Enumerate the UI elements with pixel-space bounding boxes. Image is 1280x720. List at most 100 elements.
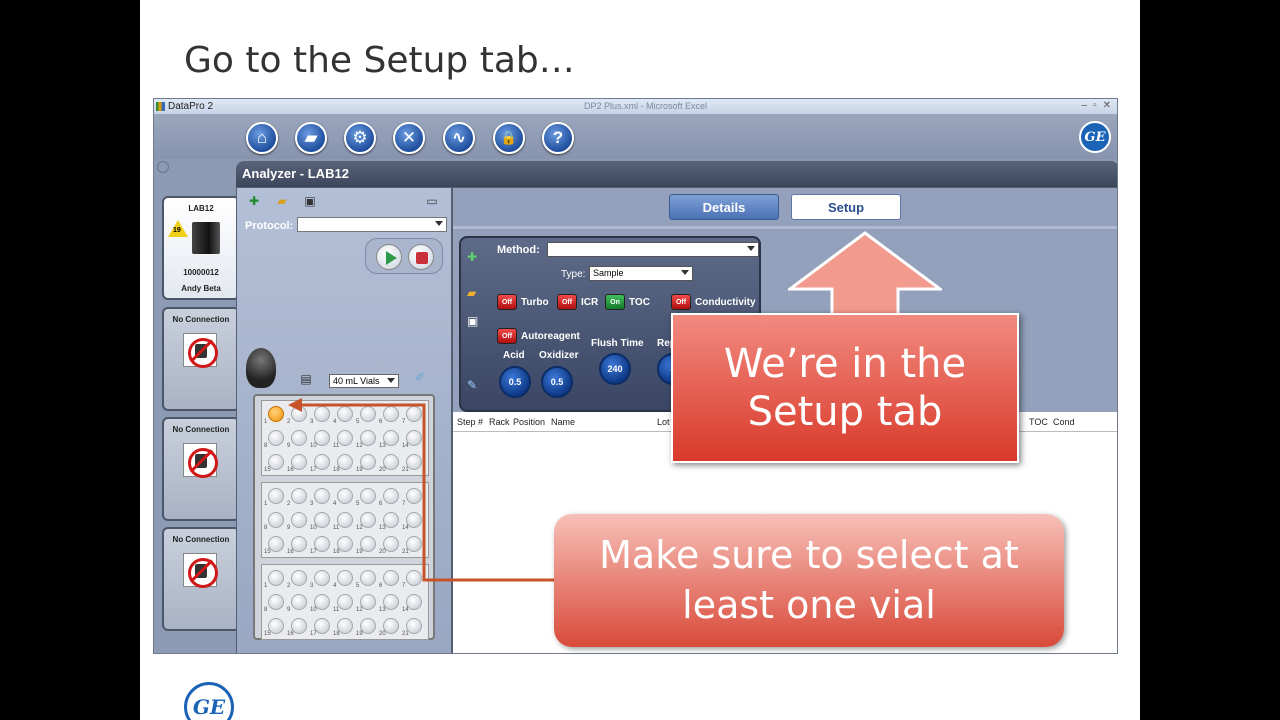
vial-holder-icon: [246, 348, 276, 388]
clear-vials-icon[interactable]: ✐: [413, 370, 427, 384]
column-lot[interactable]: Lot: [657, 417, 670, 427]
tab-setup[interactable]: Setup: [791, 194, 901, 220]
new-protocol-icon[interactable]: ✚: [247, 194, 261, 208]
column-position[interactable]: Position: [513, 417, 545, 427]
save-method-icon[interactable]: ▣: [467, 314, 483, 330]
rail-indicator-icon: [157, 161, 169, 173]
vial[interactable]: [360, 406, 376, 422]
flush-time-knob[interactable]: 240: [599, 353, 631, 385]
vial-number: 16: [287, 549, 294, 555]
method-select[interactable]: [547, 242, 759, 257]
acid-knob[interactable]: 0.5: [499, 366, 531, 398]
analyzer-card-3[interactable]: No Connection: [162, 417, 240, 521]
vial-size-select[interactable]: 40 mL Vials: [329, 374, 399, 388]
vial[interactable]: [291, 570, 307, 586]
method-tools-icon[interactable]: ✎: [467, 378, 483, 394]
vial[interactable]: [360, 488, 376, 504]
open-method-icon[interactable]: ▰: [467, 286, 483, 302]
close-button[interactable]: ✕: [1103, 100, 1111, 111]
open-protocol-icon[interactable]: ▰: [275, 194, 289, 208]
vial[interactable]: [268, 406, 284, 422]
vial-rack: 1 2 3 4 5 6 7 8 9 10 11 12 13 14 15 16 17 18 19 20 21: [261, 400, 429, 476]
vial-number: 19: [356, 549, 363, 555]
home-button[interactable]: ⌂: [246, 122, 278, 154]
tab-details[interactable]: Details: [669, 194, 779, 220]
icr-toggle[interactable]: Off: [557, 294, 577, 310]
autoreagent-toggle[interactable]: Off: [497, 328, 517, 344]
column-cond[interactable]: Cond: [1053, 417, 1075, 427]
vial[interactable]: [314, 406, 330, 422]
tools-button[interactable]: ✕: [393, 122, 425, 154]
vial[interactable]: [406, 488, 422, 504]
vial[interactable]: [406, 570, 422, 586]
analyzer-card-2[interactable]: No Connection: [162, 307, 240, 411]
vial[interactable]: [383, 570, 399, 586]
vial[interactable]: [291, 594, 307, 610]
add-method-icon[interactable]: ✚: [467, 250, 483, 266]
analyzer-card-lab12[interactable]: LAB12 19 10000012 Andy Beta: [162, 196, 240, 300]
analyzer-card-4[interactable]: No Connection: [162, 527, 240, 631]
settings-button[interactable]: ⚙: [344, 122, 376, 154]
column-toc[interactable]: TOC: [1029, 417, 1048, 427]
vial[interactable]: [337, 488, 353, 504]
vial[interactable]: [291, 512, 307, 528]
lock-button[interactable]: 🔒: [493, 122, 525, 154]
column-rack[interactable]: Rack: [489, 417, 510, 427]
vial[interactable]: [291, 430, 307, 446]
save-protocol-icon[interactable]: ▣: [303, 194, 317, 208]
toc-toggle[interactable]: On: [605, 294, 625, 310]
turbo-toggle[interactable]: Off: [497, 294, 517, 310]
vial-number: 2: [287, 583, 291, 589]
help-button[interactable]: ?: [542, 122, 574, 154]
vial[interactable]: [337, 594, 353, 610]
no-connection-icon: [183, 333, 218, 368]
vial-number: 6: [379, 419, 383, 425]
vial-number: 5: [356, 419, 360, 425]
vial[interactable]: [337, 570, 353, 586]
vial[interactable]: [268, 488, 284, 504]
vial[interactable]: [291, 406, 307, 422]
vial[interactable]: [268, 570, 284, 586]
comment-icon[interactable]: ▭: [425, 194, 439, 208]
maximize-button[interactable]: ▫: [1093, 100, 1097, 111]
vial-number: 10: [310, 607, 317, 613]
vial[interactable]: [360, 570, 376, 586]
open-button[interactable]: ▰: [295, 122, 327, 154]
ge-logo-icon: GE: [184, 682, 234, 720]
vial[interactable]: [268, 594, 284, 610]
type-select[interactable]: Sample: [589, 266, 693, 281]
vial[interactable]: [337, 430, 353, 446]
vial[interactable]: [268, 430, 284, 446]
vial[interactable]: [383, 488, 399, 504]
play-button[interactable]: [376, 244, 402, 270]
vial-number: 16: [287, 631, 294, 637]
type-label: Type:: [561, 269, 586, 280]
analyzer-header: Analyzer - LAB12: [236, 161, 1117, 187]
vial[interactable]: [406, 406, 422, 422]
vial[interactable]: [337, 512, 353, 528]
vial-number: 6: [379, 501, 383, 507]
vial[interactable]: [291, 488, 307, 504]
vial[interactable]: [383, 406, 399, 422]
column-name[interactable]: Name: [551, 417, 575, 427]
vial-number: 1: [264, 501, 268, 507]
vial-number: 4: [333, 501, 337, 507]
method-label: Method:: [497, 244, 540, 256]
vial[interactable]: [337, 406, 353, 422]
vial-number: 13: [379, 607, 386, 613]
oxidizer-knob[interactable]: 0.5: [541, 366, 573, 398]
protocol-select[interactable]: [297, 217, 447, 232]
chart-icon: ∿: [451, 128, 467, 147]
conductivity-toggle[interactable]: Off: [671, 294, 691, 310]
column-step[interactable]: Step #: [457, 417, 483, 427]
vial[interactable]: [268, 512, 284, 528]
analyzer-status: No Connection: [172, 425, 230, 434]
minimize-button[interactable]: –: [1082, 100, 1088, 111]
run-controls: [365, 238, 443, 274]
stop-button[interactable]: [408, 244, 434, 270]
chart-button[interactable]: ∿: [443, 122, 475, 154]
vial[interactable]: [314, 488, 330, 504]
document-icon[interactable]: ▤: [299, 372, 313, 386]
vial-number: 18: [333, 549, 340, 555]
vial[interactable]: [314, 570, 330, 586]
